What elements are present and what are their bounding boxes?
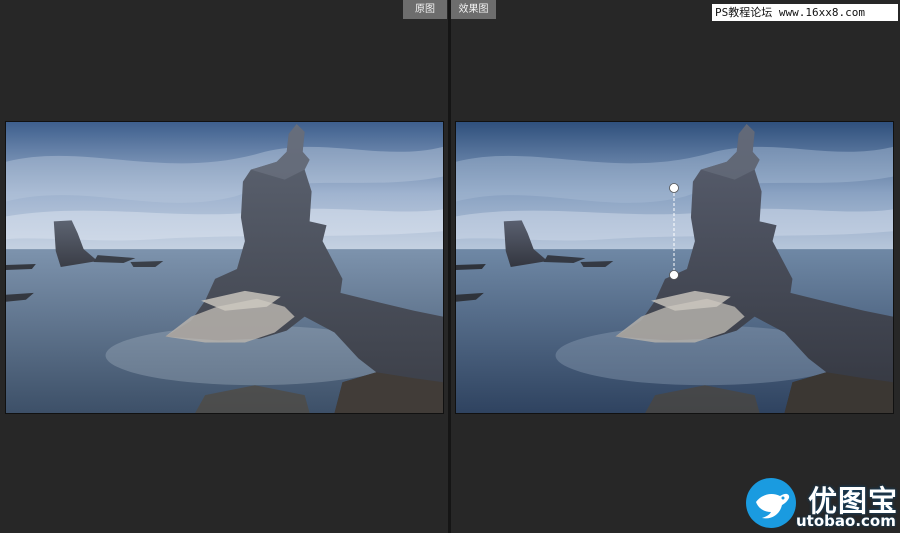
tab-effect[interactable]: 效果图	[451, 0, 496, 19]
tab-original[interactable]: 原图	[403, 0, 447, 19]
watermark-text: PS教程论坛 www.16xx8.com	[712, 4, 898, 21]
original-photo	[5, 121, 444, 414]
logo-url: utobao.com	[796, 512, 896, 530]
gradient-end-handle[interactable]	[669, 270, 679, 280]
gradient-handle[interactable]	[664, 180, 684, 284]
gradient-start-handle[interactable]	[669, 183, 679, 193]
split-divider[interactable]	[448, 0, 451, 533]
